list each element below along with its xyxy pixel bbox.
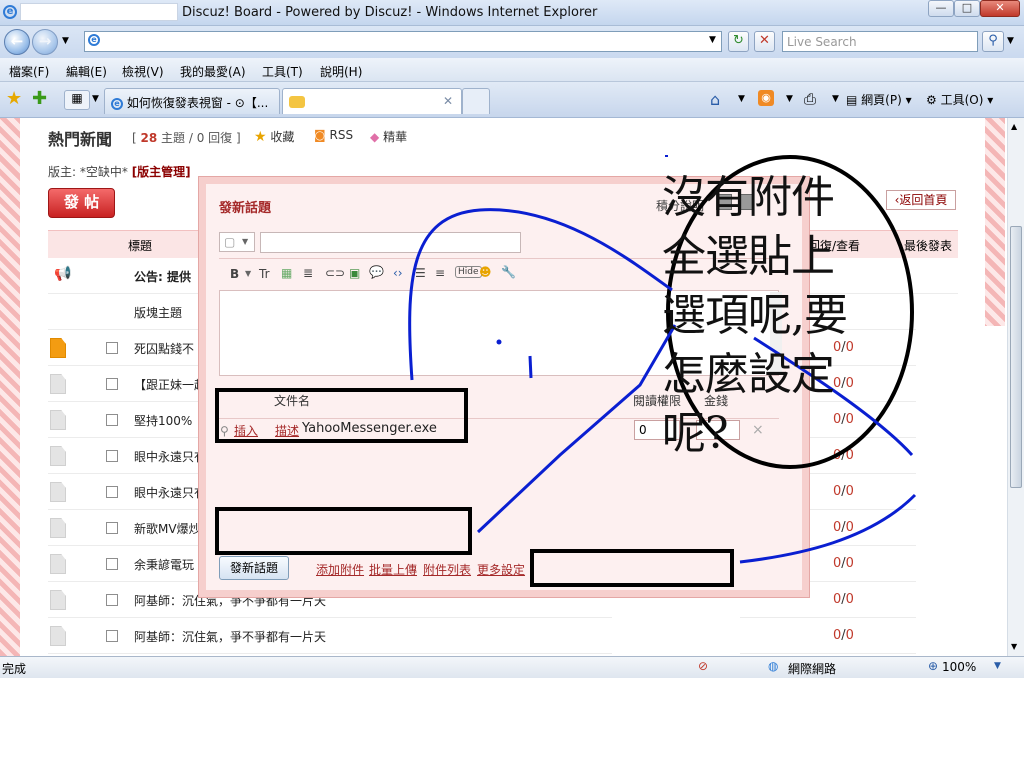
annotation-question: 沒有附件 全選貼上 選項呢,要 怎麼設定 呢? [662,168,892,463]
status-text: 完成 [2,662,27,676]
annotation-line-4: 怎麼設定 [662,349,835,400]
zone-label: 網際網路 [788,662,837,676]
popup-blocker-icon[interactable]: ⊘ [698,659,708,673]
annotation-arrow-empty-box [476,324,677,534]
annotation-line-3: 選項呢,要 [662,290,848,341]
annotation-line-5: 呢? [662,408,729,459]
status-bar: 完成 ⊘ ◍ 網際網路 ⊕ 100% ▼ [0,656,1024,678]
globe-icon: ◍ [768,659,779,673]
zoom-dropdown-icon[interactable]: ▼ [994,661,1001,671]
zoom-icon[interactable]: ⊕ [928,659,938,673]
annotation-arrow-bottom [739,493,917,564]
annotation-tick [528,355,533,379]
annotation-arrow-attachment [408,208,673,381]
annotation-line-2: 全選貼上 [662,231,835,282]
annotation-line-1: 沒有附件 [662,172,835,223]
annotation-dot [496,339,502,345]
zoom-level[interactable]: 100% [942,660,976,674]
